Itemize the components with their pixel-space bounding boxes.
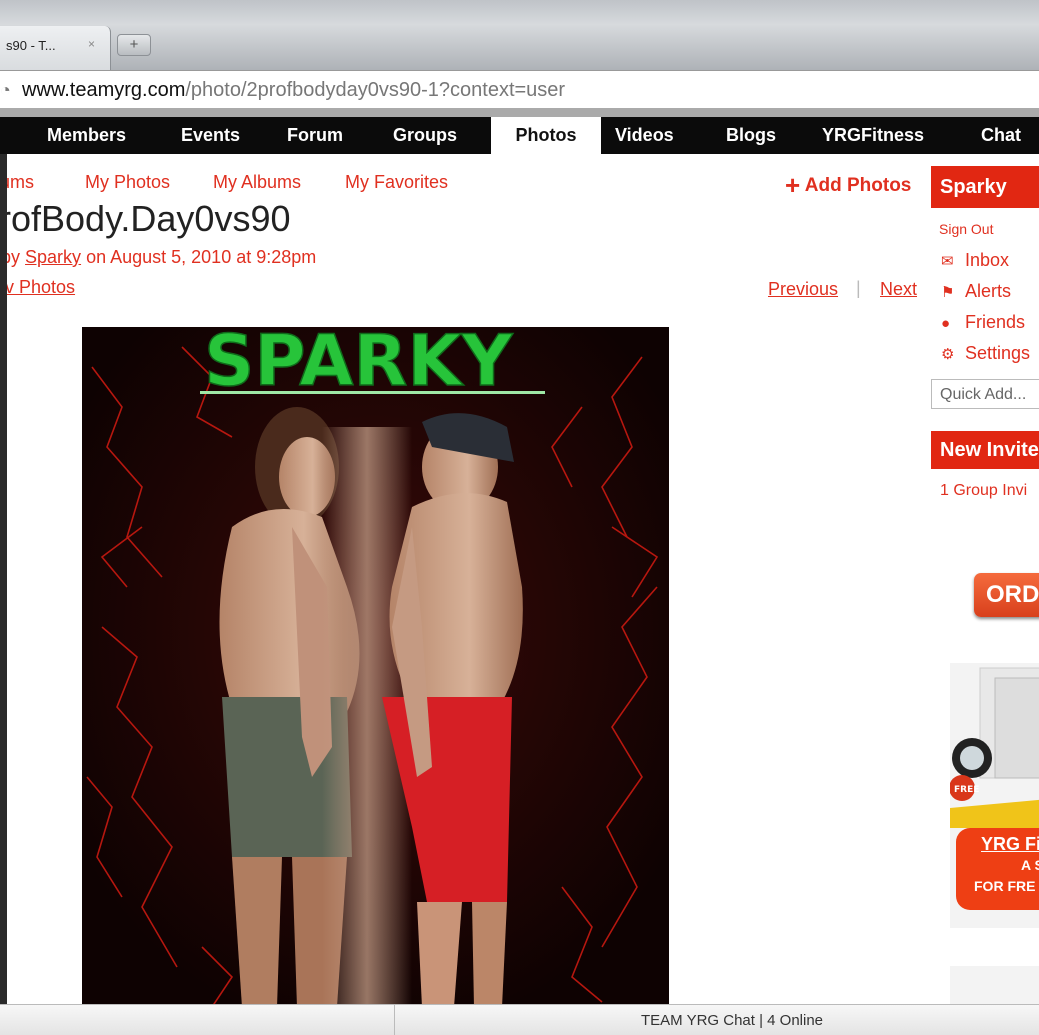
subnav-my-albums[interactable]: My Albums xyxy=(213,172,301,193)
sidebar-item-friends[interactable]: ● Friends xyxy=(941,312,1025,333)
nav-videos[interactable]: Videos xyxy=(615,117,674,154)
order-button[interactable]: ORDI xyxy=(974,573,1039,617)
ad-line: FOR FRE xyxy=(974,878,1036,894)
group-invite-link[interactable]: 1 Group Invi xyxy=(940,482,1027,500)
sidebar-item-label: Friends xyxy=(965,312,1026,332)
view-photos-link[interactable]: v Photos xyxy=(7,277,75,298)
page-info-icon[interactable]: ◔ xyxy=(0,80,11,101)
url-path: /photo/2profbodyday0vs90-1?context=user xyxy=(185,79,566,101)
page-content: ums My Photos My Albums My Favorites + A… xyxy=(7,154,1039,1004)
tab-title: s90 - T... xyxy=(6,38,56,53)
second-ad[interactable] xyxy=(950,966,1039,1004)
quick-add-input[interactable]: Quick Add... xyxy=(931,379,1039,409)
envelope-icon: ✉ xyxy=(941,253,954,270)
add-photos-button[interactable]: + Add Photos xyxy=(785,170,911,201)
sidebar-username[interactable]: Sparky xyxy=(931,166,1039,208)
url-text[interactable]: www.teamyrg.com/photo/2profbodyday0vs90-… xyxy=(22,79,565,102)
next-link[interactable]: Next xyxy=(880,279,917,300)
toolbar-shadow xyxy=(0,108,1039,117)
fitness-ad[interactable]: FREE YRG Fi A S FOR FRE xyxy=(949,663,1039,928)
ad-graphic: FREE xyxy=(949,667,1039,828)
browser-toolbar: s90 - T... × + xyxy=(0,0,1039,70)
photo-byline: by Sparky on August 5, 2010 at 9:28pm xyxy=(7,247,316,268)
new-invites-heading: New Invite xyxy=(931,431,1039,469)
chat-bar-divider xyxy=(394,1005,395,1035)
subnav-my-favorites[interactable]: My Favorites xyxy=(345,172,448,193)
main-photo[interactable]: SPARKY xyxy=(82,327,669,1004)
nav-events[interactable]: Events xyxy=(181,117,240,154)
close-tab-icon[interactable]: × xyxy=(88,37,95,51)
ad-free-badge: FREE xyxy=(954,785,979,795)
nav-members[interactable]: Members xyxy=(47,117,126,154)
chat-status[interactable]: TEAM YRG Chat | 4 Online xyxy=(641,1012,823,1029)
nav-groups[interactable]: Groups xyxy=(393,117,457,154)
photo-artwork: SPARKY xyxy=(82,327,669,1004)
ad-title: YRG Fi xyxy=(981,834,1039,854)
url-host: www.teamyrg.com xyxy=(22,79,186,101)
window-edge xyxy=(0,154,7,1004)
ad-line: A S xyxy=(1021,857,1039,873)
sidebar-item-inbox[interactable]: ✉ Inbox xyxy=(941,250,1009,271)
nav-forum[interactable]: Forum xyxy=(287,117,343,154)
new-tab-button[interactable]: + xyxy=(117,34,151,56)
sidebar-item-settings[interactable]: ⚙ Settings xyxy=(941,343,1030,364)
sign-out-link[interactable]: Sign Out xyxy=(939,221,993,237)
previous-link[interactable]: Previous xyxy=(768,279,838,300)
gear-icon: ⚙ xyxy=(941,346,955,363)
pager-separator: | xyxy=(856,278,861,298)
byline-prefix: by xyxy=(7,247,21,267)
author-link[interactable]: Sparky xyxy=(25,247,81,267)
nav-yrgfitness[interactable]: YRGFitness xyxy=(822,117,924,154)
nav-photos[interactable]: Photos xyxy=(491,117,601,154)
sidebar-item-label: Alerts xyxy=(965,281,1012,301)
sidebar-item-label: Inbox xyxy=(965,250,1010,270)
person-icon: ● xyxy=(941,315,951,332)
ad-banner: YRG Fi A S FOR FRE xyxy=(956,828,1039,910)
site-nav: Members Events Forum Groups Photos Video… xyxy=(0,117,1039,154)
sidebar-item-alerts[interactable]: ⚑ Alerts xyxy=(941,281,1011,302)
flag-icon: ⚑ xyxy=(941,284,955,301)
browser-tab[interactable]: s90 - T... × xyxy=(0,26,111,70)
user-sidebar: Sparky Sign Out ✉ Inbox ⚑ Alerts ● Friends … xyxy=(931,166,1039,1004)
sidebar-item-label: Settings xyxy=(965,343,1031,363)
nav-blogs[interactable]: Blogs xyxy=(726,117,776,154)
subnav-albums[interactable]: ums xyxy=(7,172,34,193)
subnav-my-photos[interactable]: My Photos xyxy=(85,172,170,193)
add-photos-label: Add Photos xyxy=(804,175,912,196)
photo-date: on August 5, 2010 at 9:28pm xyxy=(86,247,317,267)
photo-overlay-text: SPARKY xyxy=(204,327,514,402)
page-title: rofBody.Day0vs90 xyxy=(7,198,291,239)
address-bar[interactable]: ◔ www.teamyrg.com/photo/2profbodyday0vs9… xyxy=(0,70,1039,110)
nav-chat[interactable]: Chat xyxy=(981,117,1021,154)
chat-bar[interactable]: TEAM YRG Chat | 4 Online xyxy=(0,1004,1039,1035)
plus-icon: + xyxy=(785,170,801,200)
